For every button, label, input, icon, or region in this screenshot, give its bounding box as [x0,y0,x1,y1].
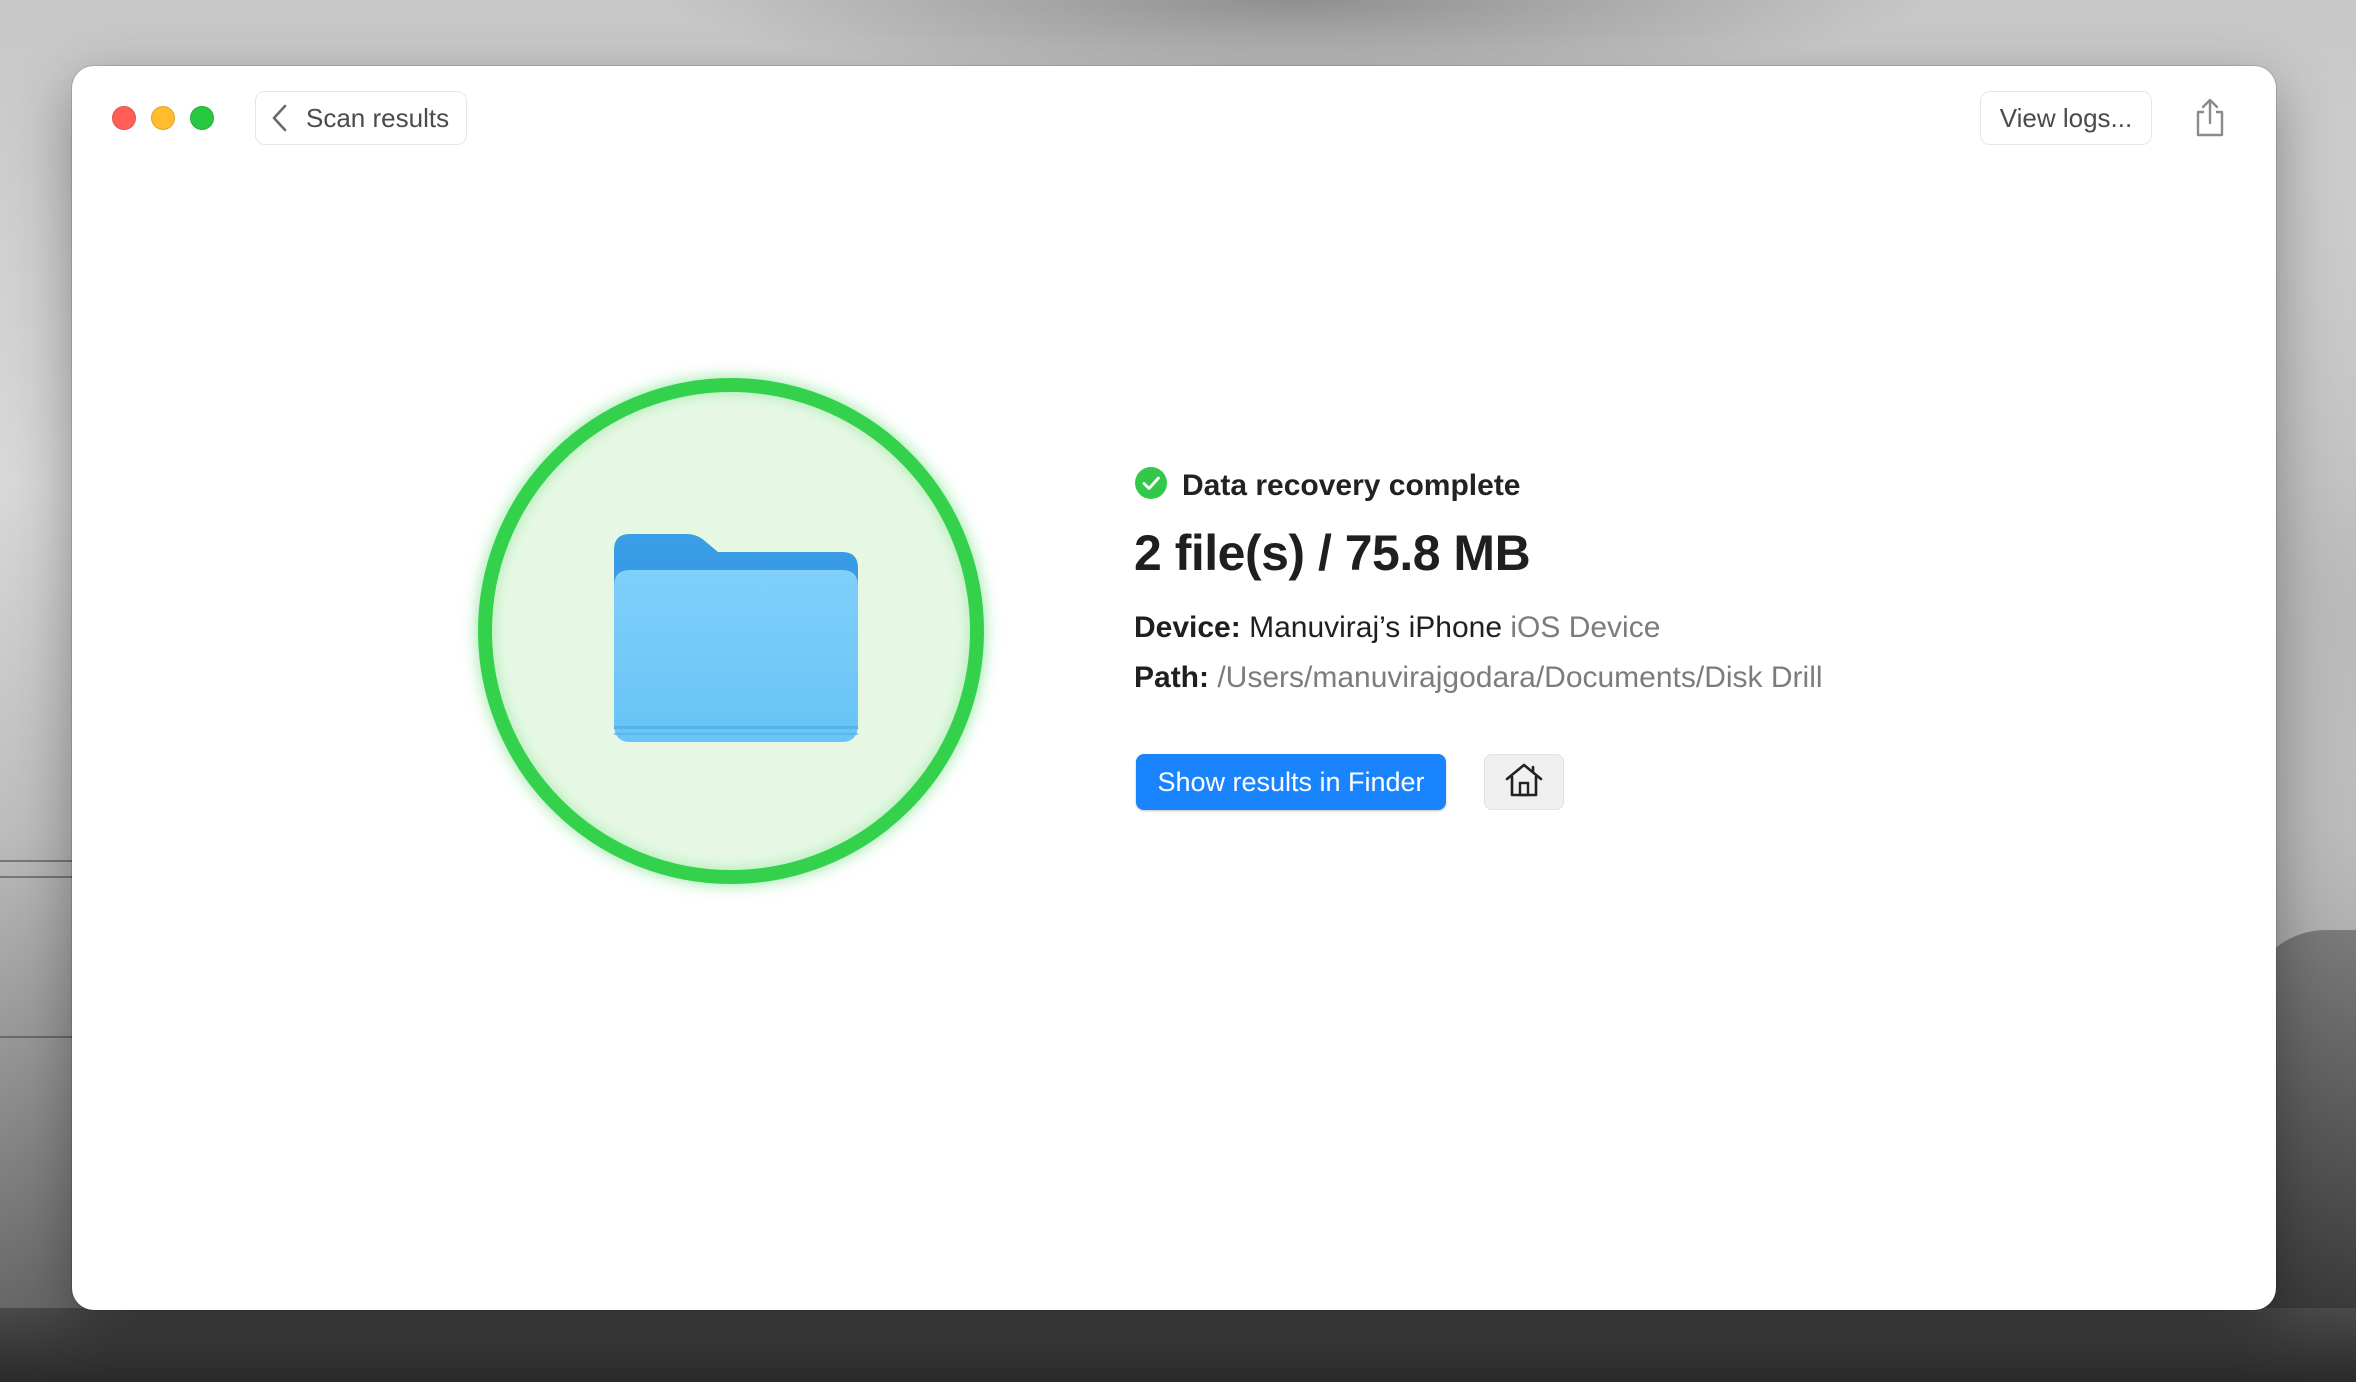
status-text: Data recovery complete [1182,468,1521,502]
back-button-label: Scan results [306,102,450,133]
checkmark-circle-icon [1134,466,1168,505]
home-button[interactable] [1484,754,1564,810]
folder-icon [606,528,866,750]
back-to-scan-results-button[interactable]: Scan results [255,91,467,145]
show-results-in-finder-button[interactable]: Show results in Finder [1136,754,1446,810]
path-value: /Users/manuvirajgodara/Documents/Disk Dr… [1217,661,1823,694]
wallpaper-wire [0,860,72,862]
path-label: Path: [1134,661,1209,694]
device-info: Device: Manuviraj’s iPhone iOS Device [1134,611,1660,645]
status-row: Data recovery complete [1134,466,1521,505]
zoom-window-button[interactable] [190,106,214,130]
home-icon [1504,761,1544,804]
device-label: Device: [1134,611,1241,644]
device-name: Manuviraj’s iPhone [1249,611,1502,644]
wallpaper-wire [0,876,72,878]
wallpaper-ground [0,1308,2356,1382]
device-type: iOS Device [1510,611,1661,644]
chevron-left-icon [266,103,292,133]
close-window-button[interactable] [112,106,136,130]
minimize-window-button[interactable] [151,106,175,130]
wallpaper-wire [0,1036,72,1038]
view-logs-button[interactable]: View logs... [1980,91,2152,145]
share-icon[interactable] [2188,96,2232,140]
recovered-summary: 2 file(s) / 75.8 MB [1134,525,1531,581]
path-info: Path: /Users/manuvirajgodara/Documents/D… [1134,661,1823,695]
window-controls [112,106,214,130]
app-window: Scan results View logs... Data recovery … [72,66,2276,1310]
